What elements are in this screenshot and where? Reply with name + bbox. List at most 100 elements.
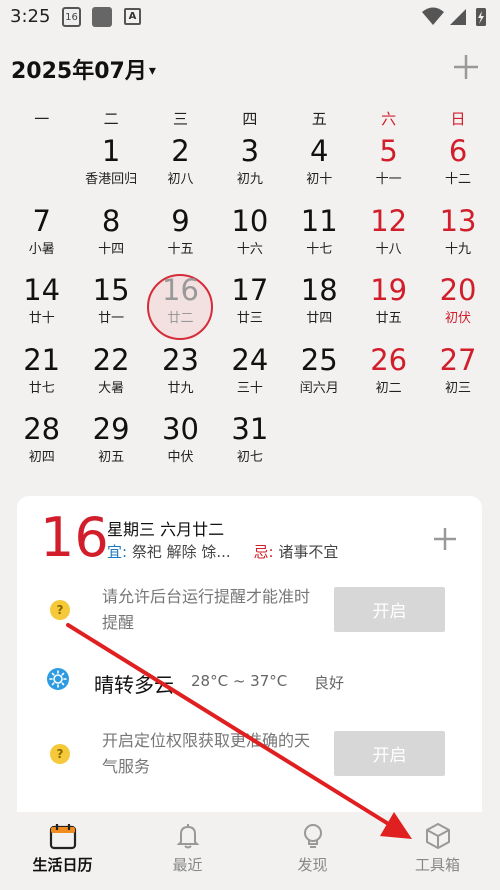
day-number: 9 (171, 203, 190, 238)
lunar-date-label: 十二 (445, 172, 472, 187)
calendar-day-cell[interactable]: 29 初五 (76, 410, 145, 480)
day-number: 12 (370, 203, 408, 238)
yi-text: 祭祀 解除 馀... (131, 543, 231, 561)
calendar-day-cell[interactable]: 19 廿五 (354, 271, 423, 341)
box-icon (425, 822, 450, 850)
day-number: 24 (231, 342, 269, 377)
weekday-label: 五 (311, 110, 327, 128)
calendar-day-cell[interactable]: 3 初九 (215, 132, 284, 202)
calendar-icon (49, 824, 76, 850)
lunar-date-label: 十一 (375, 172, 402, 187)
day-number: 4 (310, 134, 329, 168)
calendar-day-cell[interactable]: 9 十五 (146, 202, 215, 272)
day-number: 23 (162, 342, 199, 377)
calendar-day-cell[interactable]: 30 中伏 (146, 410, 215, 480)
nav-item-life-calendar[interactable]: 生活日历 (0, 812, 125, 890)
dropdown-caret-icon: ▾ (148, 63, 156, 79)
calendar-day-cell[interactable]: 1 香港回归 (76, 132, 145, 202)
bottom-navigation: 生活日历 最近 发现 工具箱 (0, 812, 500, 890)
question-icon: ? (50, 600, 70, 620)
calendar-day-cell[interactable]: 28 初四 (7, 410, 76, 480)
ji-label: 忌: (253, 543, 274, 561)
calendar-day-cell[interactable]: 17 廿三 (215, 271, 284, 341)
calendar-day-cell[interactable]: 11 十七 (285, 202, 354, 272)
calendar-day-cell[interactable]: 16 廿二 (146, 271, 215, 341)
lightbulb-icon (303, 824, 322, 848)
day-number: 14 (23, 273, 61, 307)
lunar-date-label: 大暑 (98, 380, 125, 396)
calendar-day-cell[interactable]: 8 十四 (76, 202, 145, 272)
almanac-line: 宜: 祭祀 解除 馀... 忌: 诸事不宜 (107, 541, 338, 562)
lunar-date-label: 十五 (167, 241, 194, 257)
lunar-date-label: 初九 (236, 172, 263, 187)
calendar-day-cell[interactable]: 31 初七 (215, 410, 284, 480)
calendar-day-cell[interactable]: 27 初三 (423, 341, 492, 411)
temperature-range: 28°C ~ 37°C (191, 672, 288, 690)
lunar-date-label: 闰六月 (299, 380, 339, 396)
calendar-day-cell[interactable]: 23 廿九 (146, 341, 215, 411)
calendar-day-cell[interactable]: 24 三十 (215, 341, 284, 411)
day-number: 2 (171, 134, 190, 168)
calendar-day-cell[interactable]: 14 廿十 (7, 271, 76, 341)
calendar-day-cell[interactable]: 12 十八 (354, 202, 423, 272)
day-number: 11 (300, 203, 338, 238)
calendar-day-cell[interactable]: 10 十六 (215, 202, 284, 272)
air-quality: 良好 (314, 674, 345, 692)
day-number: 28 (23, 412, 61, 446)
day-number: 26 (370, 342, 408, 377)
calendar-day-cell[interactable]: 22 大暑 (76, 341, 145, 411)
day-number: 5 (379, 134, 398, 168)
lunar-date-label: 十四 (98, 241, 125, 257)
wifi-icon (422, 7, 444, 25)
calendar-day-cell[interactable]: 26 初二 (354, 341, 423, 411)
month-picker[interactable]: 2025年07月 ▾ (11, 53, 156, 85)
day-number: 20 (439, 273, 477, 307)
weekday-label: 六 (381, 110, 397, 128)
day-number: 17 (231, 273, 269, 307)
month-title: 2025年07月 (11, 59, 147, 84)
calendar-day-cell[interactable]: 6 十二 (423, 132, 492, 202)
enable-location-button[interactable]: 开启 (334, 731, 445, 776)
calendar-day-cell[interactable]: 21 廿七 (7, 341, 76, 411)
day-number: 19 (370, 273, 408, 307)
weekday-lunar-date: 星期三 六月廿二 (107, 520, 225, 539)
lunar-date-label: 初二 (375, 380, 402, 396)
lunar-date-label: 三十 (236, 380, 263, 396)
calendar-day-cell[interactable]: 20 初伏 (423, 271, 492, 341)
lunar-date-label: 廿七 (28, 380, 55, 396)
selected-day-number: 16 (40, 506, 109, 569)
weekday-label: 四 (242, 110, 258, 128)
lunar-date-label: 廿三 (236, 311, 263, 326)
calendar-day-cell[interactable]: 18 廿四 (285, 271, 354, 341)
lunar-date-label: 香港回归 (85, 172, 138, 187)
day-detail-card[interactable]: 16 星期三 六月廿二 宜: 祭祀 解除 馀... 忌: 诸事不宜 ? 请允许后… (17, 496, 482, 826)
day-number: 7 (32, 203, 51, 238)
weekday-label: 日 (450, 110, 466, 128)
ji-text: 诸事不宜 (278, 543, 339, 561)
day-number: 13 (439, 203, 477, 238)
nav-item-recent[interactable]: 最近 (125, 812, 250, 890)
day-number: 15 (92, 273, 130, 307)
enable-reminder-button[interactable]: 开启 (334, 587, 445, 632)
calendar-day-cell[interactable]: 7 小暑 (7, 202, 76, 272)
calendar-day-cell[interactable]: 5 十一 (354, 132, 423, 202)
calendar-day-cell[interactable]: 13 十九 (423, 202, 492, 272)
calendar-day-cell[interactable]: 4 初十 (285, 132, 354, 202)
calendar-day-cell[interactable]: 15 廿一 (76, 271, 145, 341)
reminder-permission-message: 请允许后台运行提醒才能准时提醒 (102, 587, 311, 632)
lunar-date-label: 中伏 (167, 450, 194, 465)
nav-label: 最近 (172, 856, 203, 874)
nav-item-discover[interactable]: 发现 (250, 812, 375, 890)
day-number: 22 (92, 342, 130, 377)
weekday-label: 二 (103, 110, 119, 128)
input-method-icon: A (124, 8, 141, 25)
add-event-icon[interactable] (452, 53, 480, 81)
calendar-day-cell[interactable]: 25 闰六月 (285, 341, 354, 411)
nav-item-toolbox[interactable]: 工具箱 (375, 812, 500, 890)
lunar-date-label: 廿四 (306, 311, 333, 326)
nav-label: 工具箱 (414, 856, 460, 874)
calendar-day-cell[interactable]: 2 初八 (146, 132, 215, 202)
lunar-date-label: 十七 (306, 241, 333, 257)
add-event-icon[interactable] (431, 525, 459, 553)
status-bar: 3:25 16 A (0, 0, 500, 36)
